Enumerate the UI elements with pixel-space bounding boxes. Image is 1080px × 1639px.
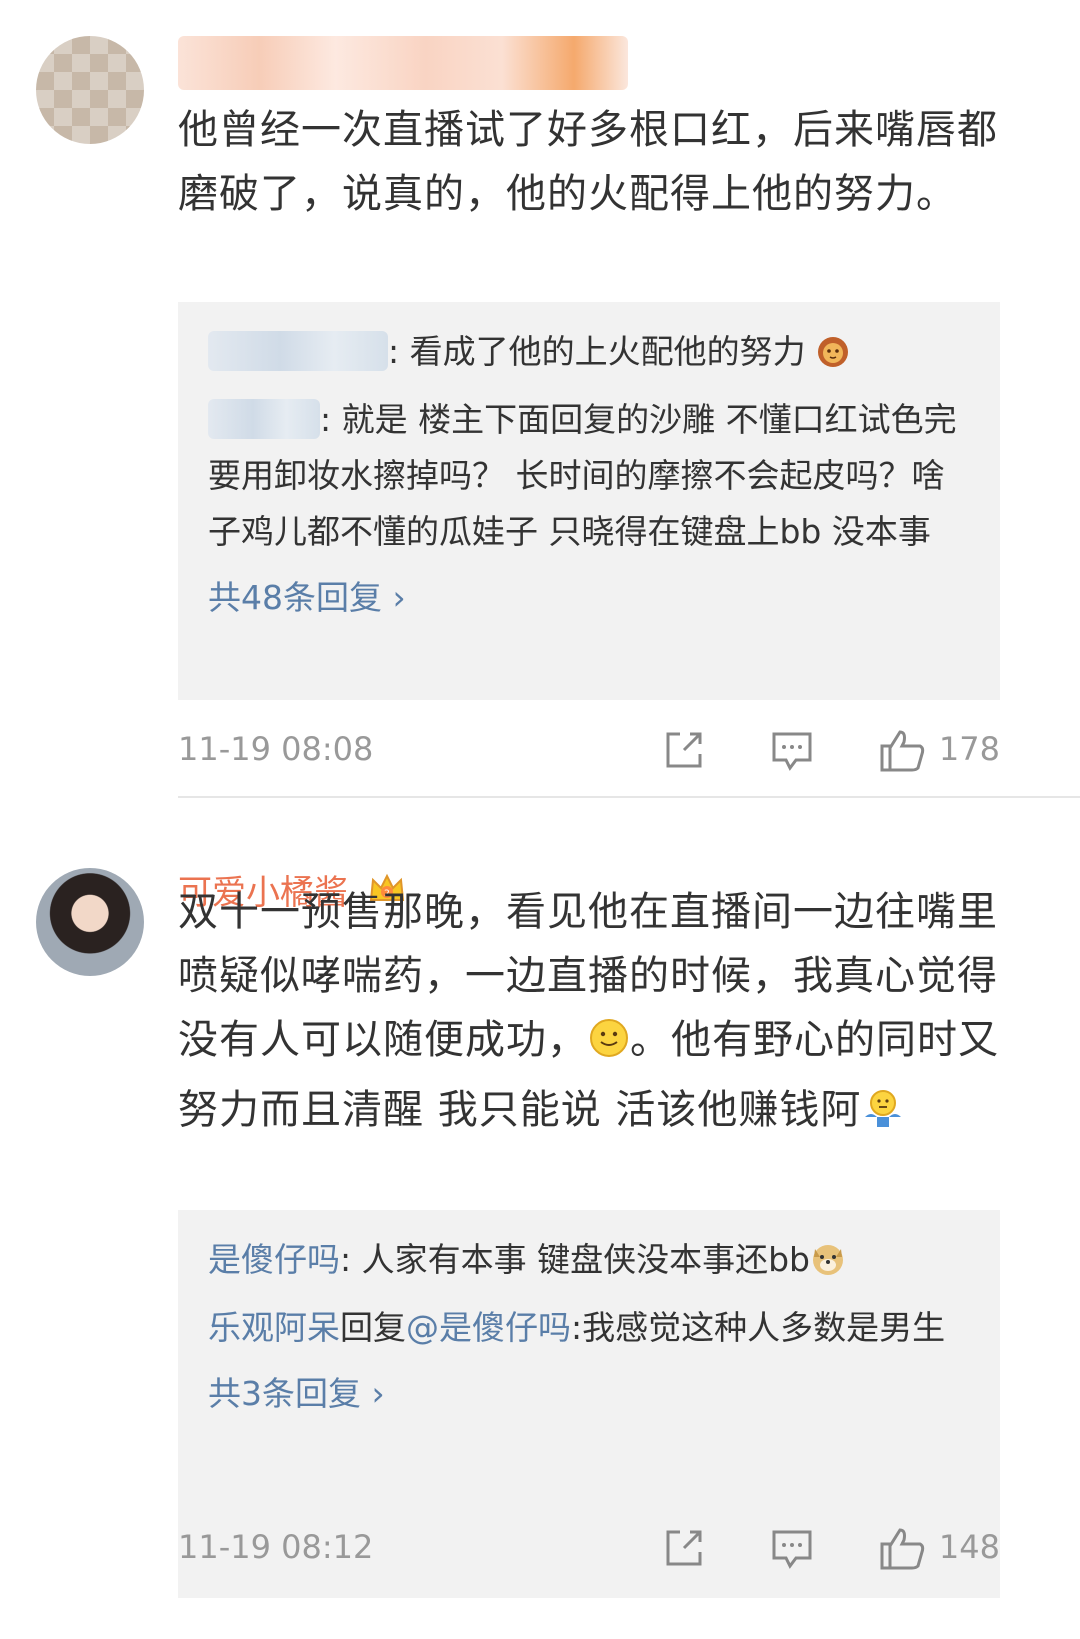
comment-text: 双十一预售那晚，看见他在直播间一边往嘴里喷疑似哮喘药，一边直播的时候，我真心觉得… bbox=[178, 880, 1008, 1148]
reply-author[interactable]: 是傻仔吗 bbox=[208, 1240, 340, 1279]
like-icon[interactable] bbox=[878, 728, 926, 776]
reply-author[interactable]: 乐观阿呆 bbox=[208, 1308, 340, 1347]
comment-time: 11-19 08:12 bbox=[178, 1528, 374, 1566]
avatar[interactable] bbox=[36, 868, 144, 976]
more-replies-link[interactable]: 共48条回复 › bbox=[208, 570, 970, 626]
username-blurred[interactable] bbox=[178, 36, 628, 90]
reply-item[interactable]: : 就是 楼主下面回复的沙雕 不懂口红试色完 要用卸妆水擦掉吗？ 长时间的摩擦不… bbox=[208, 392, 970, 560]
comment-footer: 11-19 08:08 178 bbox=[178, 720, 1000, 780]
reply-box[interactable]: : 看成了他的上火配他的努力 : 就是 楼主下面回复的沙雕 不懂口红试色完 要用… bbox=[178, 302, 1000, 700]
reply-item[interactable]: 乐观阿呆回复@是傻仔吗:我感觉这种人多数是男生 bbox=[208, 1300, 970, 1356]
comment-icon[interactable] bbox=[770, 728, 814, 776]
comment-item: 可爱小橘酱 2 双十一预售那晚，看见他在直播间一边往嘴里喷疑似哮喘药，一边直播的… bbox=[0, 838, 1080, 1639]
comment-time: 11-19 08:08 bbox=[178, 730, 374, 768]
like-count: 178 bbox=[938, 730, 1000, 768]
like-count: 148 bbox=[938, 1528, 1000, 1566]
reply-item[interactable]: : 看成了他的上火配他的努力 bbox=[208, 324, 970, 386]
avatar[interactable] bbox=[36, 36, 144, 144]
comment-footer: 11-19 08:12 148 bbox=[178, 1518, 1000, 1578]
like-icon[interactable] bbox=[878, 1526, 926, 1574]
comment-item: 他曾经一次直播试了好多根口红，后来嘴唇都磨破了，说真的，他的火配得上他的努力。 … bbox=[0, 0, 1080, 838]
reply-author-blurred[interactable] bbox=[208, 331, 388, 371]
share-icon[interactable] bbox=[662, 728, 706, 776]
comment-icon[interactable] bbox=[770, 1526, 814, 1574]
mention-link[interactable]: @是傻仔吗 bbox=[406, 1308, 571, 1347]
comment-text: 他曾经一次直播试了好多根口红，后来嘴唇都磨破了，说真的，他的火配得上他的努力。 bbox=[178, 107, 998, 217]
lion-emoji-icon bbox=[816, 330, 850, 386]
share-icon[interactable] bbox=[662, 1526, 706, 1574]
doge-emoji-icon bbox=[810, 1238, 846, 1294]
reply-item[interactable]: 是傻仔吗: 人家有本事 键盘侠没本事还bb bbox=[208, 1232, 970, 1294]
reply-author-blurred[interactable] bbox=[208, 399, 320, 439]
more-replies-link[interactable]: 共3条回复 › bbox=[208, 1366, 970, 1422]
shrug-emoji-icon bbox=[861, 1084, 905, 1148]
divider bbox=[178, 796, 1080, 798]
smile-emoji-icon bbox=[588, 1014, 630, 1078]
